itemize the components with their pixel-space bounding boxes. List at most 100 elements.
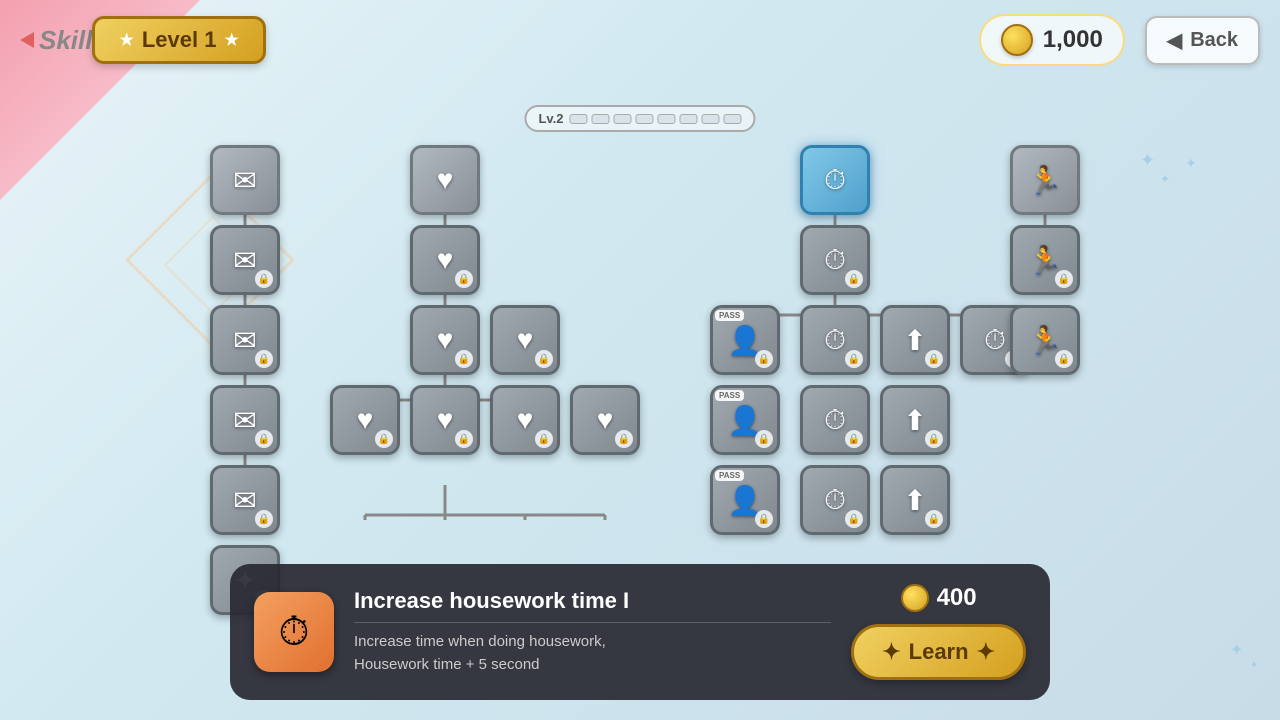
lock-icon-h4a: 🔒	[375, 430, 393, 448]
clock-lock-icon-b: ⏱	[824, 324, 846, 357]
upload-icon-4c: ⬆	[903, 404, 926, 437]
skill-node-heart-4b[interactable]: ♥ 🔒	[410, 385, 480, 455]
skill-node-heart-3[interactable]: ♥ 🔒	[410, 305, 480, 375]
lock-icon-h3: 🔒	[455, 350, 473, 368]
lock-icon-c5c: 🔒	[925, 510, 943, 528]
lock-icon-c4c: 🔒	[925, 430, 943, 448]
skill-tree: ✉ ✉ 🔒 ✉ 🔒 ✉ 🔒 ✉ 🔒 ✦ 🔒 ♥ ♥ 🔒	[180, 140, 1200, 520]
char-heart-icon-b: ♥	[437, 404, 454, 436]
skill-detail-content: Increase housework time I Increase time …	[354, 588, 831, 676]
clock-skill-icon: ⏱	[278, 610, 309, 655]
skill-node-heart-4c[interactable]: ♥ 🔒	[490, 385, 560, 455]
lock-icon-h3b: 🔒	[535, 350, 553, 368]
clock-icon: ⏱	[824, 164, 846, 197]
desc-line-1: Increase time when doing housework,	[354, 633, 606, 650]
back-button[interactable]: ◀ Back	[1145, 16, 1260, 65]
skill-node-clock-4b[interactable]: ⏱ 🔒	[800, 385, 870, 455]
pass-badge-2: PASS	[715, 390, 744, 401]
sparkle-icon: ✦	[1230, 640, 1243, 660]
lock-icon-2: 🔒	[255, 350, 273, 368]
clock-lock-icon-5b: ⏱	[824, 484, 846, 517]
level-seg-1	[570, 114, 588, 124]
lock-icon-c4b: 🔒	[845, 430, 863, 448]
lock-icon-c3c: 🔒	[925, 350, 943, 368]
level-star-right: ★	[224, 30, 238, 50]
level-bar: Lv.2	[524, 105, 755, 132]
lock-icon-p3: 🔒	[755, 510, 773, 528]
level-seg-5	[658, 114, 676, 124]
skill-nodes-container: ✉ ✉ 🔒 ✉ 🔒 ✉ 🔒 ✉ 🔒 ✦ 🔒 ♥ ♥ 🔒	[180, 140, 1200, 520]
sparkle-icon: ✦	[1250, 660, 1258, 671]
level-seg-8	[724, 114, 742, 124]
pass-badge-1: PASS	[715, 310, 744, 321]
skill-detail-icon: ⏱	[254, 592, 334, 672]
skill-node-clock-5b[interactable]: ⏱ 🔒	[800, 465, 870, 535]
char-heart-icon: ♥	[357, 404, 374, 436]
char-heart-icon-c: ♥	[517, 404, 534, 436]
lock-icon: 🔒	[255, 270, 273, 288]
skill-node-upload-4c[interactable]: ⬆ 🔒	[880, 385, 950, 455]
mail-lock-icon-4: ✉	[233, 484, 256, 517]
skill-node-clock-3b[interactable]: ⏱ 🔒	[800, 305, 870, 375]
skill-node-runner-3[interactable]: 🏃 🔒	[1010, 305, 1080, 375]
level-seg-4	[636, 114, 654, 124]
coin-display: 1,000	[979, 14, 1125, 66]
back-arrow-icon: ◀	[1167, 28, 1182, 53]
skill-node-pass-2[interactable]: PASS 👤 🔒	[710, 385, 780, 455]
skill-node-upload-5c[interactable]: ⬆ 🔒	[880, 465, 950, 535]
learn-button[interactable]: ✦ Learn ✦	[851, 624, 1026, 680]
skill-node-mail-3[interactable]: ✉ 🔒	[210, 305, 280, 375]
level-star-left: ★	[119, 30, 133, 50]
skill-node-heart[interactable]: ♥	[410, 145, 480, 215]
level-badge: ★ Level 1 ★	[92, 16, 265, 64]
runner-icon: 🏃	[1028, 164, 1063, 197]
lock-icon-r3: 🔒	[1055, 350, 1073, 368]
coin-icon	[1001, 24, 1033, 56]
lock-icon-r2: 🔒	[1055, 270, 1073, 288]
skill-detail-actions: 400 ✦ Learn ✦	[851, 584, 1026, 680]
skill-detail-divider	[354, 622, 831, 623]
back-label: Back	[1190, 29, 1238, 52]
skill-node-heart-4a[interactable]: ♥ 🔒	[330, 385, 400, 455]
lock-icon-h4c: 🔒	[535, 430, 553, 448]
skill-node-heart-2[interactable]: ♥ 🔒	[410, 225, 480, 295]
logo-text: Skill	[39, 25, 92, 56]
level-seg-3	[614, 114, 632, 124]
skill-detail-description: Increase time when doing housework, Hous…	[354, 631, 831, 676]
skill-node-runner[interactable]: 🏃	[1010, 145, 1080, 215]
skill-node-clock-2[interactable]: ⏱ 🔒	[800, 225, 870, 295]
skill-node-heart-4d[interactable]: ♥ 🔒	[570, 385, 640, 455]
clock-lock-icon: ⏱	[824, 244, 846, 277]
level-bar-label: Lv.2	[538, 111, 563, 126]
logo-arrow-icon	[20, 32, 34, 48]
skill-node-clock-active[interactable]: ⏱	[800, 145, 870, 215]
lock-icon-3: 🔒	[255, 430, 273, 448]
lock-icon-h2: 🔒	[455, 270, 473, 288]
clock-lock-icon-4b: ⏱	[824, 404, 846, 437]
lock-icon-p2: 🔒	[755, 430, 773, 448]
skill-node-pass-1[interactable]: PASS 👤 🔒	[710, 305, 780, 375]
learn-label: Learn	[909, 639, 969, 665]
char-heart-icon-d: ♥	[597, 404, 614, 436]
skill-node-pass-3[interactable]: PASS 👤 🔒	[710, 465, 780, 535]
skill-node-upload-3c[interactable]: ⬆ 🔒	[880, 305, 950, 375]
level-seg-7	[702, 114, 720, 124]
lock-icon-c2: 🔒	[845, 270, 863, 288]
skill-node-mail-4[interactable]: ✉ 🔒	[210, 385, 280, 455]
skill-node-heart-3b[interactable]: ♥ 🔒	[490, 305, 560, 375]
heart-lock-icon: ♥	[437, 324, 454, 356]
skill-node-mail-2[interactable]: ✉ 🔒	[210, 225, 280, 295]
skill-node-mail[interactable]: ✉	[210, 145, 280, 215]
upload-icon-5c: ⬆	[903, 484, 926, 517]
clock-lock-icon-d: ⏱	[984, 324, 1006, 357]
heart-lock-icon-b: ♥	[517, 324, 534, 356]
mail-icon: ✉	[233, 164, 256, 197]
skill-node-mail-5[interactable]: ✉ 🔒	[210, 465, 280, 535]
lock-icon-p1: 🔒	[755, 350, 773, 368]
level-label: Level 1	[142, 27, 217, 53]
mail-lock-icon-2: ✉	[233, 324, 256, 357]
skill-node-runner-2[interactable]: 🏃 🔒	[1010, 225, 1080, 295]
heart-plus-icon: ♥	[437, 244, 454, 276]
mail-lock-icon-3: ✉	[233, 404, 256, 437]
lock-icon-c5b: 🔒	[845, 510, 863, 528]
